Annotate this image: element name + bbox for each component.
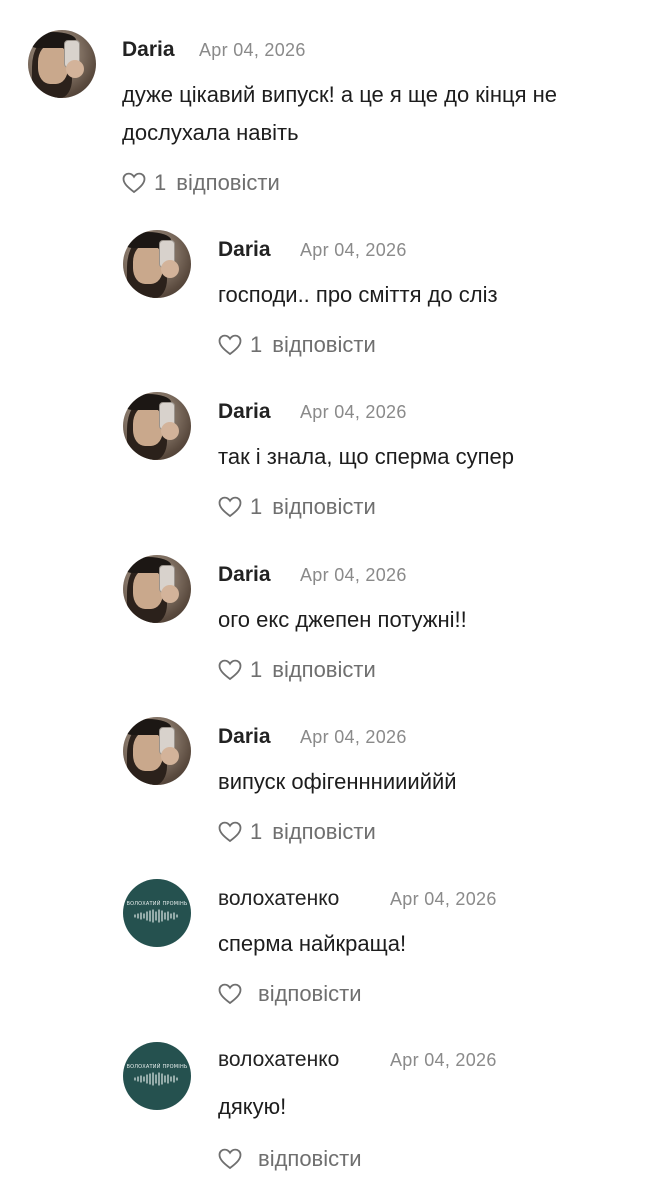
comment-text: так і знала, що сперма супер xyxy=(218,438,658,476)
comment-author[interactable]: Daria xyxy=(218,563,271,587)
comment-text-line: сперма найкраща! xyxy=(218,931,407,956)
heart-outline-icon[interactable] xyxy=(122,172,146,194)
comment-text-line: випуск офігеннниииййй xyxy=(218,769,457,794)
comment-actions: відповісти xyxy=(218,1146,362,1172)
comment-text-line: дослухала навіть xyxy=(122,120,299,145)
like-count: 1 xyxy=(250,494,263,519)
avatar-label: ВОЛОХАТИЙ ПРОМІНЬ xyxy=(126,1064,188,1070)
comment-text-line: ого екс джепен потужні!! xyxy=(218,607,467,632)
avatar[interactable]: ВОЛОХАТИЙ ПРОМІНЬ xyxy=(123,879,191,947)
avatar[interactable] xyxy=(123,230,191,298)
comment-text-line: господи.. про сміття до сліз xyxy=(218,282,498,307)
soundwave-icon xyxy=(134,1072,178,1086)
avatar[interactable]: ВОЛОХАТИЙ ПРОМІНЬ xyxy=(123,1042,191,1110)
comment-author[interactable]: волохатенко xyxy=(218,887,339,911)
comment-actions: 1 відповісти xyxy=(218,494,376,520)
comment-actions: 1 відповісти xyxy=(218,819,376,845)
heart-outline-icon[interactable] xyxy=(218,983,242,1005)
reply-button[interactable]: відповісти xyxy=(272,657,376,683)
comment-date: Apr 04, 2026 xyxy=(300,727,407,747)
heart-outline-icon[interactable] xyxy=(218,1148,242,1170)
reply-button[interactable]: відповісти xyxy=(176,170,280,196)
comment-actions: 1 відповісти xyxy=(218,332,376,358)
heart-outline-icon[interactable] xyxy=(218,334,242,356)
comment-text: дякую! xyxy=(218,1088,658,1126)
comment-actions: 1 відповісти xyxy=(122,170,280,196)
comment-text: випуск офігеннниииййй xyxy=(218,763,658,801)
comment-item: Daria Apr 04, 2026 випуск офігеннниииййй… xyxy=(0,697,666,859)
comment-text: сперма найкраща! xyxy=(218,925,658,963)
avatar[interactable] xyxy=(28,30,96,98)
like-count: 1 xyxy=(154,170,167,195)
comment-item: Daria Apr 04, 2026 господи.. про сміття … xyxy=(0,210,666,372)
reply-button[interactable]: відповісти xyxy=(258,981,362,1007)
comment-text-line: дякую! xyxy=(218,1094,287,1119)
comment-date: Apr 04, 2026 xyxy=(300,565,407,585)
comment-author[interactable]: Daria xyxy=(122,38,175,62)
comment-author[interactable]: волохатенко xyxy=(218,1048,339,1072)
comment-text: господи.. про сміття до сліз xyxy=(218,276,658,314)
avatar[interactable] xyxy=(123,392,191,460)
comment-item: ВОЛОХАТИЙ ПРОМІНЬ волохатенко Apr 04, 20… xyxy=(0,1022,666,1200)
comment-text-line: дуже цікавий випуск! а це я ще до кінця … xyxy=(122,82,557,107)
comment-date: Apr 04, 2026 xyxy=(300,402,407,422)
reply-button[interactable]: відповісти xyxy=(258,1146,362,1172)
comment-item: ВОЛОХАТИЙ ПРОМІНЬ волохатенко Apr 04, 20… xyxy=(0,859,666,1021)
comment-item: Daria Apr 04, 2026 дуже цікавий випуск! … xyxy=(0,0,666,210)
like-count: 1 xyxy=(250,657,263,682)
heart-outline-icon[interactable] xyxy=(218,659,242,681)
heart-outline-icon[interactable] xyxy=(218,821,242,843)
heart-outline-icon[interactable] xyxy=(218,496,242,518)
comment-date: Apr 04, 2026 xyxy=(199,40,306,60)
avatar-label: ВОЛОХАТИЙ ПРОМІНЬ xyxy=(126,901,188,907)
avatar[interactable] xyxy=(123,717,191,785)
comment-date: Apr 04, 2026 xyxy=(390,1050,497,1070)
comment-date: Apr 04, 2026 xyxy=(300,240,407,260)
comment-text-line: так і знала, що сперма супер xyxy=(218,444,515,469)
comment-actions: 1 відповісти xyxy=(218,657,376,683)
comment-item: Daria Apr 04, 2026 так і знала, що сперм… xyxy=(0,372,666,534)
comment-text: ого екс джепен потужні!! xyxy=(218,601,658,639)
comment-item: Daria Apr 04, 2026 ого екс джепен потужн… xyxy=(0,535,666,697)
comment-author[interactable]: Daria xyxy=(218,400,271,424)
comment-date: Apr 04, 2026 xyxy=(390,889,497,909)
comment-actions: відповісти xyxy=(218,981,362,1007)
reply-button[interactable]: відповісти xyxy=(272,819,376,845)
soundwave-icon xyxy=(134,909,178,923)
like-count: 1 xyxy=(250,819,263,844)
comment-author[interactable]: Daria xyxy=(218,238,271,262)
reply-button[interactable]: відповісти xyxy=(272,332,376,358)
reply-button[interactable]: відповісти xyxy=(272,494,376,520)
comment-text: дуже цікавий випуск! а це я ще до кінця … xyxy=(122,76,662,152)
avatar[interactable] xyxy=(123,555,191,623)
like-count: 1 xyxy=(250,332,263,357)
comment-author[interactable]: Daria xyxy=(218,725,271,749)
